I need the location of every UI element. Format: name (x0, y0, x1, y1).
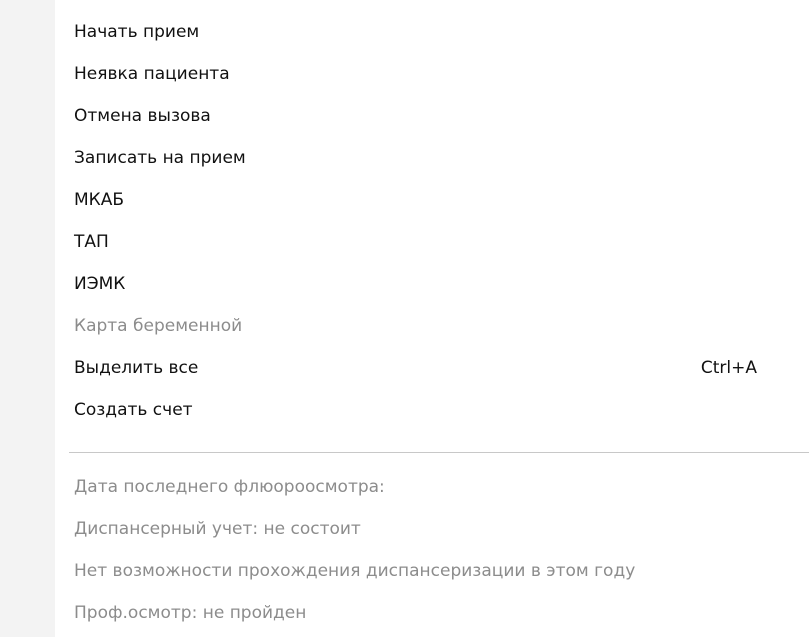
menu-item-label: Отмена вызова (74, 106, 211, 126)
info-prof-exam: Проф.осмотр: не пройден (55, 592, 809, 634)
info-label: Нет возможности прохождения диспансериза… (74, 561, 636, 581)
menu-item-mkab[interactable]: МКАБ (55, 179, 809, 221)
menu-item-label: ТАП (74, 232, 109, 252)
menu-item-cancel-call[interactable]: Отмена вызова (55, 95, 809, 137)
info-last-fluorography: Дата последнего флюороосмотра: (55, 466, 809, 508)
context-menu: Начать прием Неявка пациента Отмена вызо… (55, 0, 809, 637)
menu-item-start-appointment[interactable]: Начать прием (55, 11, 809, 53)
info-label: Диспансерный учет: не состоит (74, 519, 361, 539)
menu-item-label: Начать прием (74, 22, 200, 42)
menu-item-select-all[interactable]: Выделить все Ctrl+A (55, 347, 809, 389)
menu-item-create-invoice[interactable]: Создать счет (55, 389, 809, 431)
menu-item-iemk[interactable]: ИЭМК (55, 263, 809, 305)
info-dispensarization-unavailable: Нет возможности прохождения диспансериза… (55, 550, 809, 592)
menu-item-label: Выделить все (74, 358, 199, 378)
info-label: Проф.осмотр: не пройден (74, 603, 307, 623)
menu-item-shortcut: Ctrl+A (700, 358, 757, 378)
info-dispensary-registration: Диспансерный учет: не состоит (55, 508, 809, 550)
menu-item-book-appointment[interactable]: Записать на прием (55, 137, 809, 179)
menu-item-label: Неявка пациента (74, 64, 230, 84)
menu-item-pregnancy-card: Карта беременной (55, 305, 809, 347)
menu-item-label: ИЭМК (74, 274, 126, 294)
menu-icon-gutter (0, 0, 55, 637)
menu-item-label: МКАБ (74, 190, 125, 210)
menu-separator (69, 452, 809, 453)
menu-item-patient-no-show[interactable]: Неявка пациента (55, 53, 809, 95)
menu-item-tap[interactable]: ТАП (55, 221, 809, 263)
menu-item-label: Карта беременной (74, 316, 243, 336)
menu-item-label: Создать счет (74, 400, 193, 420)
info-label: Дата последнего флюороосмотра: (74, 477, 385, 497)
menu-item-label: Записать на прием (74, 148, 246, 168)
